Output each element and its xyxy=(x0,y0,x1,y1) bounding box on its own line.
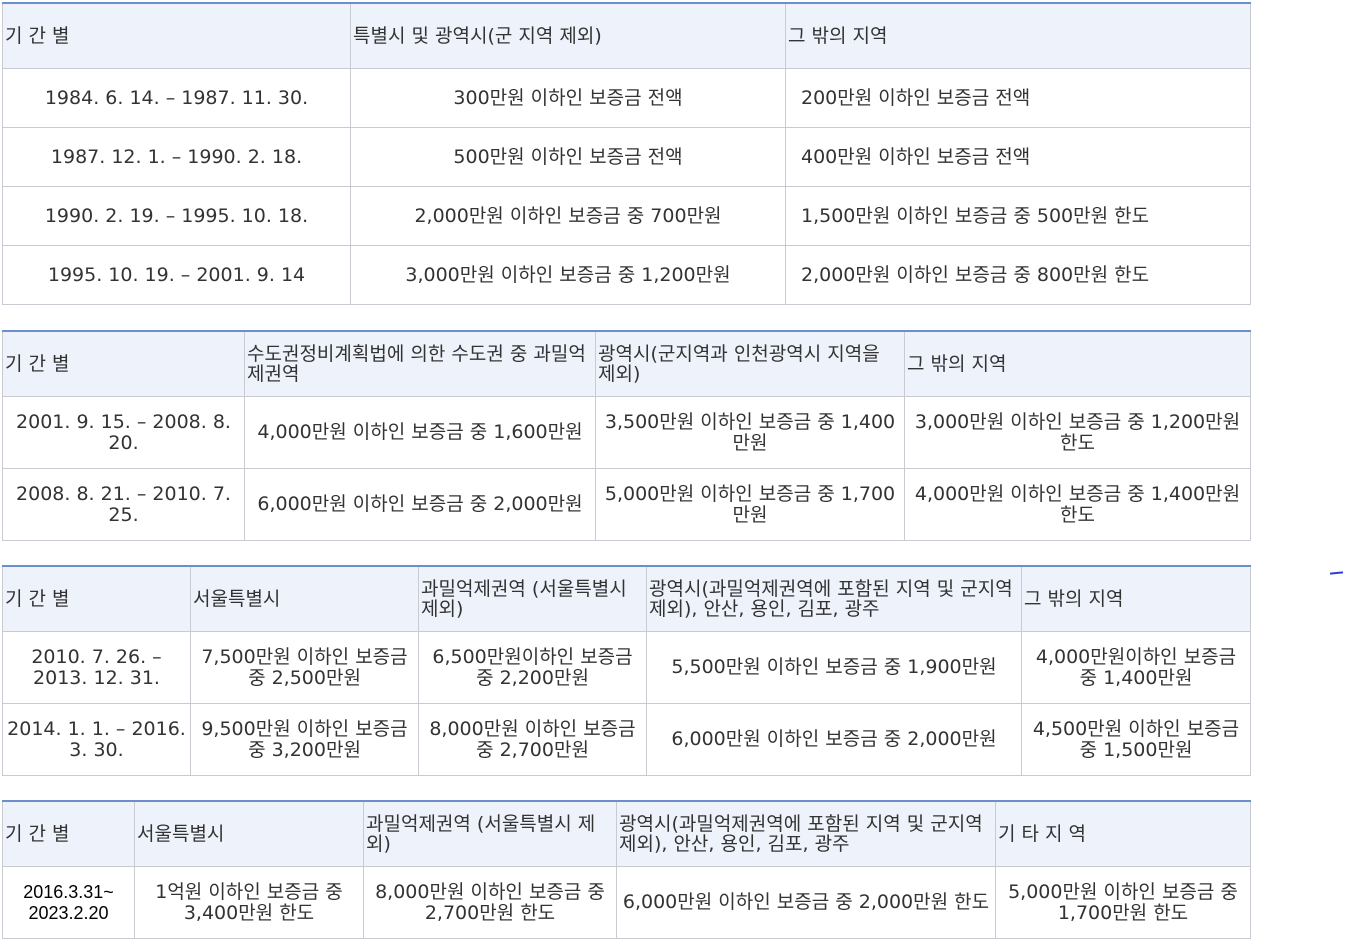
cell-period: 1990. 2. 19. – 1995. 10. 18. xyxy=(2,186,351,246)
header-special-metro-city: 특별시 및 광역시(군 지역 제외) xyxy=(350,2,786,69)
table-header-row: 기 간 별 특별시 및 광역시(군 지역 제외) 그 밖의 지역 xyxy=(2,2,1251,69)
cell-value: 2,000만원 이하인 보증금 중 700만원 xyxy=(350,186,786,246)
cell-value: 6,500만원이하인 보증금 중 2,200만원 xyxy=(418,631,647,704)
table-row: 2014. 1. 1. – 2016. 3. 30. 9,500만원 이하인 보… xyxy=(2,703,1251,776)
cell-value: 9,500만원 이하인 보증금 중 3,200만원 xyxy=(190,703,419,776)
table-header-row: 기 간 별 수도권정비계획법에 의한 수도권 중 과밀억제권역 광역시(군지역과… xyxy=(2,330,1251,397)
header-period: 기 간 별 xyxy=(2,565,191,632)
cell-value: 7,500만원 이하인 보증금 중 2,500만원 xyxy=(190,631,419,704)
cell-value: 5,000만원 이하인 보증금 중 1,700만원 xyxy=(595,468,905,541)
header-seoul: 서울특별시 xyxy=(190,565,419,632)
header-period: 기 간 별 xyxy=(2,2,351,69)
cell-value: 3,000만원 이하인 보증금 중 1,200만원 한도 xyxy=(904,396,1251,469)
table-row: 2010. 7. 26. – 2013. 12. 31. 7,500만원 이하인… xyxy=(2,631,1251,704)
cell-value: 6,000만원 이하인 보증금 중 2,000만원 xyxy=(244,468,596,541)
header-other-region: 그 밖의 지역 xyxy=(785,2,1251,69)
cell-value: 500만원 이하인 보증금 전액 xyxy=(350,127,786,187)
header-metro-city: 광역시(과밀억제권역에 포함된 지역 및 군지역 제외), 안산, 용인, 김포… xyxy=(646,565,1022,632)
cell-value: 200만원 이하인 보증금 전액 xyxy=(785,68,1251,128)
cell-period: 1995. 10. 19. – 2001. 9. 14 xyxy=(2,245,351,305)
cell-value: 3,500만원 이하인 보증금 중 1,400만원 xyxy=(595,396,905,469)
cell-value: 300만원 이하인 보증금 전액 xyxy=(350,68,786,128)
cell-value: 4,000만원 이하인 보증금 중 1,400만원 한도 xyxy=(904,468,1251,541)
header-other-region: 그 밖의 지역 xyxy=(1021,565,1251,632)
table-header-row: 기 간 별 서울특별시 과밀억제권역 (서울특별시 제외) 광역시(과밀억제권역… xyxy=(2,800,1251,867)
cell-value: 3,000만원 이하인 보증금 중 1,200만원 xyxy=(350,245,786,305)
cell-period: 2014. 1. 1. – 2016. 3. 30. xyxy=(2,703,191,776)
header-metro-city: 광역시(군지역과 인천광역시 지역을 제외) xyxy=(595,330,905,397)
cell-value: 6,000만원 이하인 보증금 중 2,000만원 한도 xyxy=(616,866,996,939)
cell-value: 5,000만원 이하인 보증금 중 1,700만원 한도 xyxy=(995,866,1251,939)
cell-value: 5,500만원 이하인 보증금 중 1,900만원 xyxy=(646,631,1022,704)
cell-value: 1,500만원 이하인 보증금 중 500만원 한도 xyxy=(785,186,1251,246)
table-row: 1984. 6. 14. – 1987. 11. 30. 300만원 이하인 보… xyxy=(2,68,1251,128)
header-overcrowding-control-zone: 과밀억제권역 (서울특별시 제외) xyxy=(363,800,617,867)
pen-stroke-mark xyxy=(1329,571,1344,575)
deposit-table-2016-2023: 기 간 별 서울특별시 과밀억제권역 (서울특별시 제외) 광역시(과밀억제권역… xyxy=(2,800,1251,939)
header-other-region: 그 밖의 지역 xyxy=(904,330,1251,397)
cell-value: 4,000만원이하인 보증금 중 1,400만원 xyxy=(1021,631,1251,704)
deposit-table-1984-2001: 기 간 별 특별시 및 광역시(군 지역 제외) 그 밖의 지역 1984. 6… xyxy=(2,2,1251,305)
header-overcrowding-control-zone: 수도권정비계획법에 의한 수도권 중 과밀억제권역 xyxy=(244,330,596,397)
header-metro-city: 광역시(과밀억제권역에 포함된 지역 및 군지역 제외), 안산, 용인, 김포… xyxy=(616,800,996,867)
table-row: 1987. 12. 1. – 1990. 2. 18. 500만원 이하인 보증… xyxy=(2,127,1251,187)
table-row: 2008. 8. 21. – 2010. 7. 25. 6,000만원 이하인 … xyxy=(2,468,1251,541)
cell-value: 1억원 이하인 보증금 중 3,400만원 한도 xyxy=(134,866,364,939)
cell-period: 2010. 7. 26. – 2013. 12. 31. xyxy=(2,631,191,704)
cell-value: 6,000만원 이하인 보증금 중 2,000만원 xyxy=(646,703,1022,776)
cell-value: 2,000만원 이하인 보증금 중 800만원 한도 xyxy=(785,245,1251,305)
cell-value: 400만원 이하인 보증금 전액 xyxy=(785,127,1251,187)
cell-value: 8,000만원 이하인 보증금 중 2,700만원 한도 xyxy=(363,866,617,939)
cell-value: 4,000만원 이하인 보증금 중 1,600만원 xyxy=(244,396,596,469)
header-period: 기 간 별 xyxy=(2,330,245,397)
cell-period: 2016.3.31~ 2023.2.20 xyxy=(2,866,135,939)
cell-period: 2008. 8. 21. – 2010. 7. 25. xyxy=(2,468,245,541)
header-period: 기 간 별 xyxy=(2,800,135,867)
table-row: 2001. 9. 15. – 2008. 8. 20. 4,000만원 이하인 … xyxy=(2,396,1251,469)
table-row: 1990. 2. 19. – 1995. 10. 18. 2,000만원 이하인… xyxy=(2,186,1251,246)
header-other-region: 기 타 지 역 xyxy=(995,800,1251,867)
cell-period: 2001. 9. 15. – 2008. 8. 20. xyxy=(2,396,245,469)
deposit-table-2001-2010: 기 간 별 수도권정비계획법에 의한 수도권 중 과밀억제권역 광역시(군지역과… xyxy=(2,330,1251,541)
table-row: 1995. 10. 19. – 2001. 9. 14 3,000만원 이하인 … xyxy=(2,245,1251,305)
table-header-row: 기 간 별 서울특별시 과밀억제권역 (서울특별시 제외) 광역시(과밀억제권역… xyxy=(2,565,1251,632)
cell-period: 1984. 6. 14. – 1987. 11. 30. xyxy=(2,68,351,128)
cell-value: 4,500만원 이하인 보증금 중 1,500만원 xyxy=(1021,703,1251,776)
cell-value: 8,000만원 이하인 보증금 중 2,700만원 xyxy=(418,703,647,776)
table-row: 2016.3.31~ 2023.2.20 1억원 이하인 보증금 중 3,400… xyxy=(2,866,1251,939)
cell-period: 1987. 12. 1. – 1990. 2. 18. xyxy=(2,127,351,187)
header-seoul: 서울특별시 xyxy=(134,800,364,867)
deposit-table-2010-2016: 기 간 별 서울특별시 과밀억제권역 (서울특별시 제외) 광역시(과밀억제권역… xyxy=(2,565,1251,776)
header-overcrowding-control-zone: 과밀억제권역 (서울특별시 제외) xyxy=(418,565,647,632)
